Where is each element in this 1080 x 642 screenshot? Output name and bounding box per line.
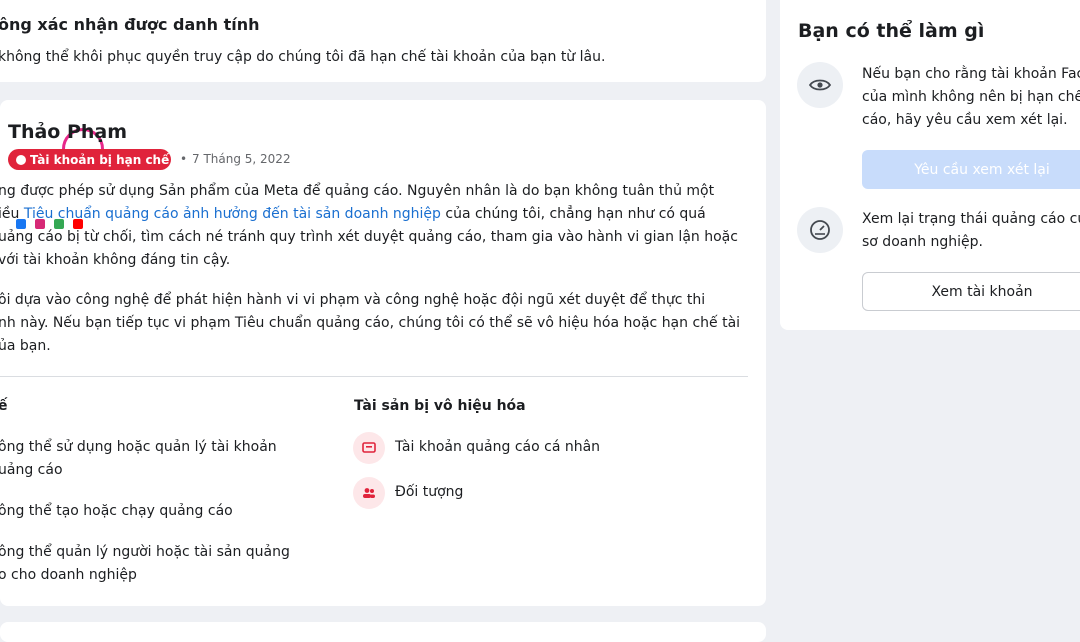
restriction-date: 7 Tháng 5, 2022: [192, 152, 291, 166]
review-text-line2: của mình không nên bị hạn chế: [862, 89, 1080, 105]
restricted-status-badge: Tài khoản bị hạn chế: [8, 149, 171, 170]
restriction-item-3-line1: ông thể quản lý người hoặc tài sản quảng: [0, 544, 290, 560]
sidebar-title: Bạn có thể làm gì: [798, 20, 985, 42]
restrictions-heading: ế: [0, 398, 8, 414]
para1-line2-prefix: iều: [0, 206, 24, 222]
review-text-line1: Nếu bạn cho rằng tài khoản Fac: [862, 66, 1080, 82]
view-account-button[interactable]: Xem tài khoản: [862, 272, 1080, 311]
para1-line2-suffix: của chúng tôi, chẳng hạn như có quá: [440, 206, 706, 222]
disabled-assets-heading: Tài sản bị vô hiệu hóa: [354, 398, 526, 414]
ad-account-icon: [353, 432, 385, 464]
verification-card: ông xác nhận được danh tính không thể kh…: [0, 0, 766, 82]
audience-icon: [353, 477, 385, 509]
para1-line4: với tài khoản không đáng tin cậy.: [0, 252, 231, 268]
badge-label: Tài khoản bị hạn chế: [30, 152, 170, 167]
para1-line2: iều Tiêu chuẩn quảng cáo ảnh hưởng đến t…: [0, 206, 706, 222]
next-card: [0, 622, 766, 642]
restriction-item-2: ông thể tạo hoặc chạy quảng cáo: [0, 503, 233, 519]
para2-line1: ôi dựa vào công nghệ để phát hiện hành v…: [0, 292, 706, 308]
review-text-line3: cáo, hãy yêu cầu xem xét lại.: [862, 112, 1068, 128]
date-separator: •: [180, 152, 188, 166]
warning-icon: [16, 154, 26, 165]
section-divider: [0, 376, 748, 377]
disabled-asset-audience[interactable]: Đối tượng: [395, 484, 463, 500]
eye-icon: [797, 62, 843, 108]
para1-line1: ng được phép sử dụng Sản phẩm của Meta đ…: [0, 183, 715, 199]
ad-standards-link[interactable]: Tiêu chuẩn quảng cáo ảnh hưởng đến tài s…: [24, 206, 441, 222]
para2-line3: ủa bạn.: [0, 338, 51, 354]
restriction-card: [0, 100, 766, 606]
restriction-item-3-line2: o cho doanh nghiệp: [0, 567, 137, 583]
para1-line3: uảng cáo bị từ chối, tìm cách né tránh q…: [0, 229, 738, 245]
para2-line2: nh này. Nếu bạn tiếp tục vi phạm Tiêu ch…: [0, 315, 741, 331]
disabled-asset-ad-account[interactable]: Tài khoản quảng cáo cá nhân: [395, 439, 600, 455]
verification-message: không thể khôi phục quyền truy cập do ch…: [0, 49, 606, 65]
restriction-item-1-line1: ông thể sử dụng hoặc quản lý tài khoản: [0, 439, 277, 455]
gauge-icon: [797, 207, 843, 253]
status-text-line1: Xem lại trạng thái quảng cáo củ: [862, 211, 1080, 227]
verification-title: ông xác nhận được danh tính: [0, 15, 260, 34]
request-review-button[interactable]: Yêu cầu xem xét lại: [862, 150, 1080, 189]
account-name: Thảo Phạm: [8, 121, 128, 143]
restriction-item-1-line2: uảng cáo: [0, 462, 63, 478]
status-text-line2: sơ doanh nghiệp.: [862, 234, 984, 250]
